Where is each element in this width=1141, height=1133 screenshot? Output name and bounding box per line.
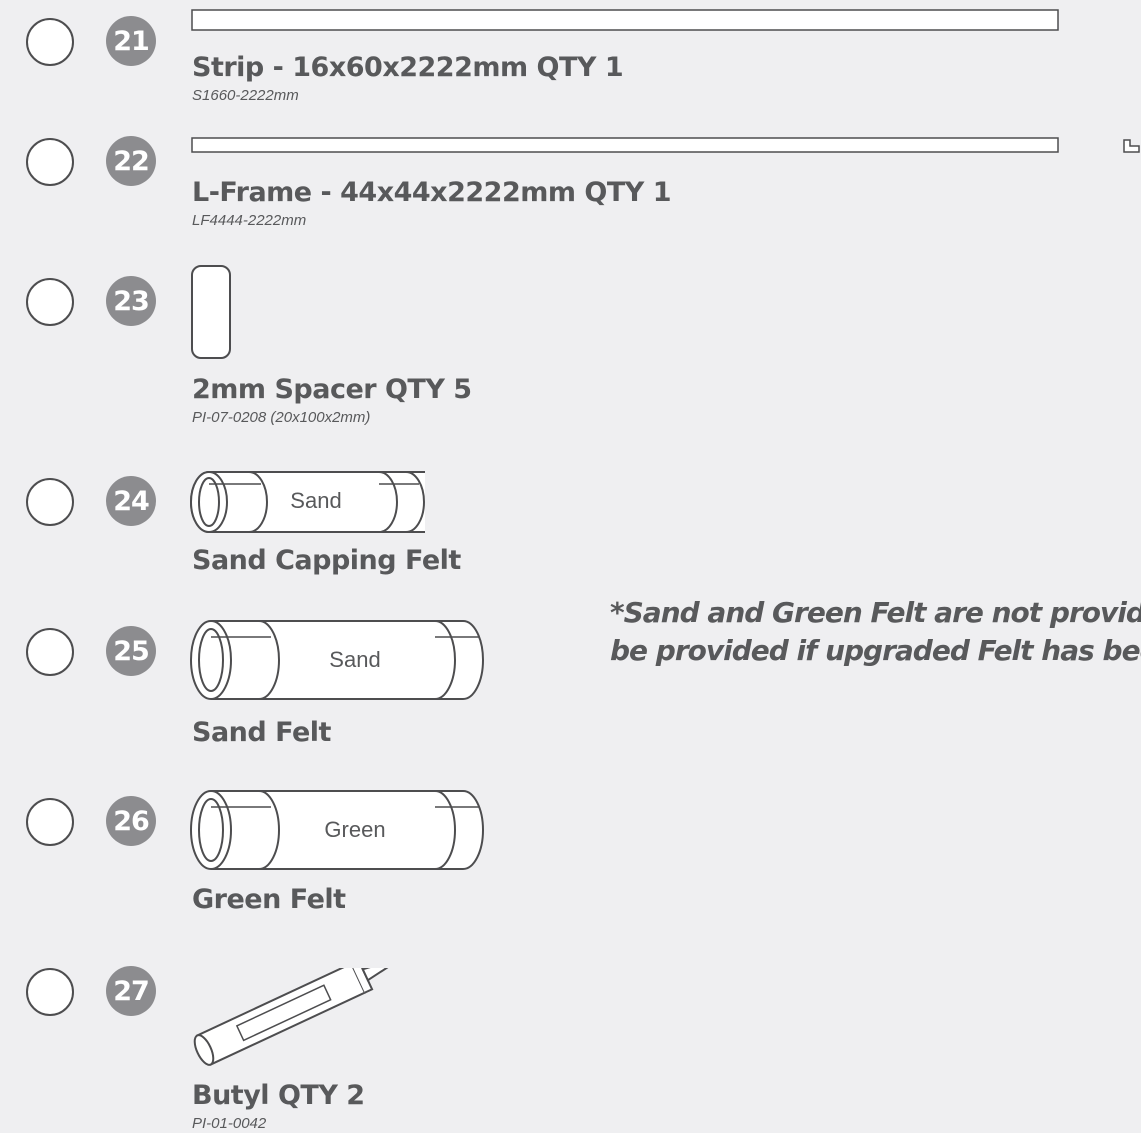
item-code-22: LF4444-2222mm (192, 212, 307, 229)
item-number-23: 23 (106, 276, 156, 326)
item-title-21: Strip - 16x60x2222mm QTY 1 (192, 52, 624, 83)
l-frame-bar-icon (191, 137, 1059, 153)
checkbox-25[interactable] (26, 628, 74, 676)
spacer-icon (191, 265, 231, 359)
checkbox-24[interactable] (26, 478, 74, 526)
item-number-26: 26 (106, 796, 156, 846)
felt-note-line-1: *Sand and Green Felt are not provide (610, 596, 1141, 629)
roll-label: Sand (329, 647, 381, 672)
item-title-27: Butyl QTY 2 (192, 1080, 365, 1111)
checkbox-27[interactable] (26, 968, 74, 1016)
item-number-25: 25 (106, 626, 156, 676)
item-title-24: Sand Capping Felt (192, 545, 461, 576)
item-code-21: S1660-2222mm (192, 87, 299, 104)
felt-note-line-2: be provided if upgraded Felt has bee (610, 634, 1141, 667)
butyl-tube-icon (193, 968, 393, 1066)
item-code-23: PI-07-0208 (20x100x2mm) (192, 409, 371, 426)
item-number-21: 21 (106, 16, 156, 66)
checkbox-26[interactable] (26, 798, 74, 846)
felt-note: *Sand and Green Felt are not provide be … (610, 594, 1141, 670)
felt-roll-icon: Green (189, 789, 487, 871)
felt-roll-icon: Sand (189, 619, 487, 701)
roll-label: Green (324, 817, 386, 842)
item-number-24: 24 (106, 476, 156, 526)
item-title-25: Sand Felt (192, 717, 331, 748)
checkbox-22[interactable] (26, 138, 74, 186)
strip-bar-icon (191, 9, 1059, 31)
item-number-22: 22 (106, 136, 156, 186)
checkbox-21[interactable] (26, 18, 74, 66)
roll-label: Sand (290, 488, 342, 513)
item-title-22: L-Frame - 44x44x2222mm QTY 1 (192, 177, 672, 208)
item-code-27: PI-01-0042 (192, 1115, 267, 1132)
felt-roll-icon: Sand (189, 470, 425, 534)
checkbox-23[interactable] (26, 278, 74, 326)
item-number-27: 27 (106, 966, 156, 1016)
item-title-23: 2mm Spacer QTY 5 (192, 374, 472, 405)
item-title-26: Green Felt (192, 884, 346, 915)
l-profile-icon (1123, 139, 1140, 153)
